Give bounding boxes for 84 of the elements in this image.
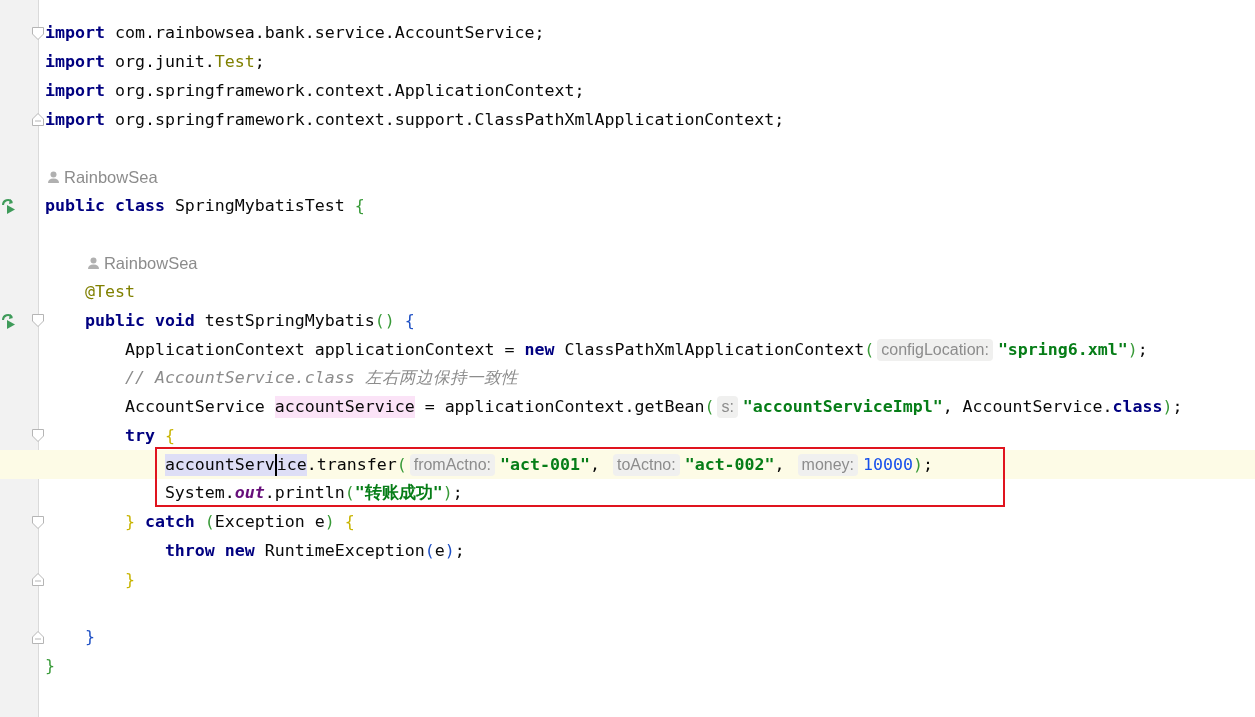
bracket: }: [45, 654, 55, 677]
annotation: @Test: [84, 281, 135, 304]
code-comment: // AccountService.class 左右两边保持一致性: [124, 367, 518, 390]
keyword: import: [45, 108, 105, 131]
fold-marker-icon[interactable]: [32, 113, 44, 127]
code-text: ClassPathXmlApplicationContext: [563, 338, 865, 361]
person-icon: [87, 257, 99, 270]
string-literal: "act-002": [684, 453, 775, 476]
run-icon[interactable]: [1, 312, 16, 329]
string-literal: "转账成功": [354, 482, 443, 505]
code-text: org.junit.: [113, 51, 215, 74]
code-text: ;: [454, 539, 465, 562]
bracket: (): [374, 309, 395, 332]
keyword: public class: [45, 194, 165, 217]
person-icon: [48, 171, 59, 184]
code-text: org.springframework.context.support.ClassPathXmlApplicationContext;: [113, 108, 785, 131]
bracket: ): [1162, 396, 1173, 419]
bracket: }: [124, 568, 135, 591]
code-text: System.: [164, 482, 235, 505]
code-text: e: [434, 539, 445, 562]
run-icon[interactable]: [1, 197, 16, 214]
fold-marker-icon[interactable]: [32, 515, 44, 529]
code-text: org.springframework.context.ApplicationContext;: [113, 79, 585, 102]
keyword: try: [124, 424, 155, 447]
bracket: (: [704, 396, 715, 419]
code-text: AccountService: [124, 396, 266, 419]
string-literal: "act-001": [500, 453, 590, 476]
code-text: testSpringMybatis: [203, 309, 375, 332]
parameter-hint: configLocation:: [877, 338, 993, 361]
code-text: com.rainbowsea.bank.service.AccountService;: [113, 22, 545, 45]
bracket: {: [343, 511, 355, 534]
bracket: {: [403, 309, 415, 332]
bracket: (: [396, 453, 407, 476]
fold-marker-icon[interactable]: [32, 26, 44, 40]
bracket: (: [864, 338, 875, 361]
code-text: , AccountService.: [942, 396, 1113, 419]
string-literal: "spring6.xml": [997, 338, 1128, 361]
keyword: throw new: [164, 539, 255, 562]
code-text: ;: [1137, 338, 1148, 361]
keyword: class: [1112, 396, 1163, 419]
author-name[interactable]: RainbowSea: [103, 253, 198, 273]
code-text: ;: [452, 482, 463, 505]
author-name[interactable]: RainbowSea: [64, 167, 158, 187]
code-text: ;: [254, 51, 265, 74]
bracket: {: [353, 194, 365, 217]
bracket: ): [442, 482, 453, 505]
keyword: import: [45, 51, 105, 74]
bracket: (: [344, 482, 355, 505]
bracket: {: [163, 424, 175, 447]
code-text: ;: [1172, 396, 1183, 419]
code-text: .println: [264, 482, 345, 505]
bracket: }: [124, 511, 135, 534]
code-text: ,: [774, 453, 786, 476]
bracket: ): [1127, 338, 1138, 361]
parameter-hint: s:: [717, 396, 738, 419]
bracket: (: [203, 511, 215, 534]
text-cursor: [274, 453, 277, 476]
fold-marker-icon[interactable]: [32, 630, 44, 644]
fold-marker-icon[interactable]: [32, 429, 44, 443]
static-field: out: [234, 482, 265, 505]
fold-marker-icon[interactable]: [32, 314, 44, 328]
code-text: Exception e: [214, 511, 325, 534]
string-literal: "accountServiceImpl": [742, 396, 943, 419]
number-literal: 10000: [863, 453, 913, 476]
code-text: .transfer: [306, 453, 397, 476]
annotation: Test: [214, 51, 255, 74]
bracket: ): [913, 453, 923, 476]
highlighted-identifier: accountService: [274, 396, 415, 419]
code-text: RuntimeException: [263, 539, 425, 562]
keyword: import: [45, 22, 105, 45]
bracket: ): [324, 511, 335, 534]
keyword: public void: [84, 309, 195, 332]
fold-marker-icon[interactable]: [32, 573, 44, 587]
code-text: SpringMybatisTest: [173, 194, 345, 217]
bracket: (: [424, 539, 435, 562]
bracket: }: [84, 626, 95, 649]
code-text: ;: [923, 453, 933, 476]
code-text: ApplicationContext applicationContext =: [124, 338, 516, 361]
code-text: ,: [589, 453, 601, 476]
keyword: new: [524, 338, 555, 361]
bracket: ): [444, 539, 455, 562]
keyword: import: [45, 79, 105, 102]
keyword: catch: [143, 511, 195, 534]
code-text: = applicationContext.getBean: [423, 396, 705, 419]
